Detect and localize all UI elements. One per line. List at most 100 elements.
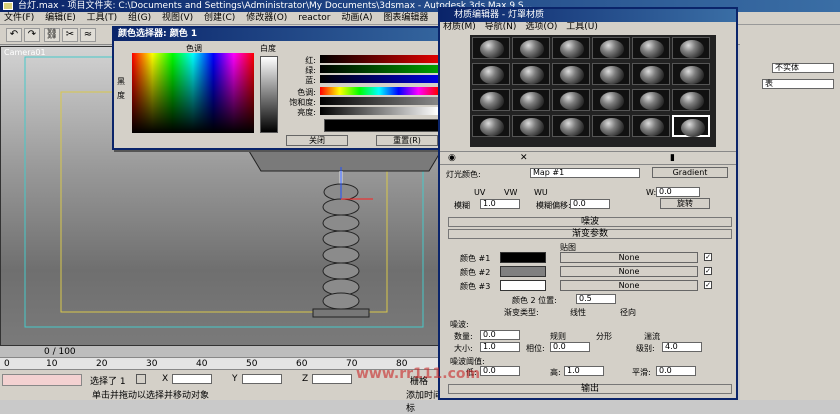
gradient-type-linear[interactable]: 线性	[570, 307, 586, 318]
go-to-parent-icon[interactable]: ▮	[670, 153, 675, 163]
uv-option[interactable]: UV	[474, 188, 485, 197]
noise-fractal[interactable]: 分形	[596, 331, 612, 342]
y-coord-field[interactable]	[242, 374, 282, 384]
sample-slot[interactable]	[472, 115, 510, 137]
map-name-field[interactable]: Map #1	[530, 168, 640, 178]
time-slider[interactable]: 0 / 100	[0, 346, 446, 358]
sample-slot[interactable]	[472, 37, 510, 59]
menu-edit[interactable]: 编辑(E)	[45, 13, 76, 23]
maxscript-listener[interactable]	[2, 374, 82, 386]
rotate-button[interactable]: 旋转	[660, 198, 710, 209]
sample-slot[interactable]	[632, 89, 670, 111]
bind-space-warp-icon[interactable]: ≈	[80, 28, 96, 42]
color1-map-checkbox[interactable]: ✓	[704, 253, 712, 261]
sample-slot[interactable]	[592, 115, 630, 137]
lock-selection-icon[interactable]	[136, 374, 146, 384]
me-menu-material[interactable]: 材质(M)	[443, 22, 476, 32]
noise-rollout[interactable]: 噪波	[448, 217, 732, 227]
wu-option[interactable]: WU	[534, 188, 548, 197]
menu-group[interactable]: 组(G)	[128, 13, 151, 23]
noise-regular[interactable]: 规则	[550, 331, 566, 342]
me-menu-options[interactable]: 选项(O)	[525, 22, 557, 32]
sample-slot[interactable]	[512, 37, 550, 59]
green-slider[interactable]	[320, 65, 438, 73]
sample-slot[interactable]	[512, 89, 550, 111]
me-menu-utilities[interactable]: 工具(U)	[566, 22, 598, 32]
sample-slot-active[interactable]	[672, 115, 710, 137]
sample-slot[interactable]	[472, 63, 510, 85]
color3-swatch[interactable]	[500, 280, 546, 291]
get-material-icon[interactable]: ◉	[448, 153, 456, 163]
color3-map-checkbox[interactable]: ✓	[704, 281, 712, 289]
map-type-button[interactable]: Gradient	[652, 167, 728, 178]
size-field[interactable]: 1.0	[480, 342, 520, 352]
redo-icon[interactable]: ↷	[24, 28, 40, 42]
sample-slot[interactable]	[632, 37, 670, 59]
levels-field[interactable]: 4.0	[662, 342, 702, 352]
color2-map-button[interactable]: None	[560, 266, 698, 277]
color1-swatch[interactable]	[500, 252, 546, 263]
modifier-list[interactable]: 表	[762, 79, 834, 89]
sample-slot[interactable]	[632, 115, 670, 137]
delete-icon[interactable]: ✕	[520, 153, 528, 163]
value-slider[interactable]	[320, 107, 438, 115]
color3-map-button[interactable]: None	[560, 280, 698, 291]
sample-slot[interactable]	[592, 37, 630, 59]
close-button[interactable]: 关闭	[286, 135, 348, 146]
sample-slot[interactable]	[672, 63, 710, 85]
menu-views[interactable]: 视图(V)	[162, 13, 193, 23]
whiteness-slider[interactable]	[260, 56, 278, 133]
z-coord-field[interactable]	[312, 374, 352, 384]
material-name-field[interactable]: 不实体	[772, 63, 834, 73]
sample-slot[interactable]	[512, 63, 550, 85]
x-coord-field[interactable]	[172, 374, 212, 384]
reset-button[interactable]: 重置(R)	[376, 135, 438, 146]
blue-slider[interactable]	[320, 75, 438, 83]
sample-slot[interactable]	[592, 63, 630, 85]
blur-field[interactable]: 1.0	[480, 199, 520, 209]
sample-slot[interactable]	[592, 89, 630, 111]
hue-slider[interactable]	[320, 87, 438, 95]
menu-tools[interactable]: 工具(T)	[87, 13, 118, 23]
menu-animation[interactable]: 动画(A)	[341, 13, 372, 23]
high-field[interactable]: 1.0	[564, 366, 604, 376]
noise-turbulence[interactable]: 湍流	[644, 331, 660, 342]
me-menu-navigation[interactable]: 导航(N)	[485, 22, 517, 32]
blur-offset-field[interactable]: 0.0	[570, 199, 610, 209]
low-field[interactable]: 0.0	[480, 366, 520, 376]
vw-option[interactable]: VW	[504, 188, 517, 197]
gradient-params-rollout[interactable]: 渐变参数	[448, 229, 732, 239]
w-angle-field[interactable]: 0.0	[656, 187, 700, 197]
color1-map-button[interactable]: None	[560, 252, 698, 263]
menu-create[interactable]: 创建(C)	[204, 13, 235, 23]
red-slider[interactable]	[320, 55, 438, 63]
menu-file[interactable]: 文件(F)	[4, 13, 34, 23]
color2-position-field[interactable]: 0.5	[576, 294, 616, 304]
amount-field[interactable]: 0.0	[480, 330, 520, 340]
sample-slot[interactable]	[552, 115, 590, 137]
color-picker-dialog: 颜色选择器: 颜色 1 ✕ 色调 白度 黑 度 红: 0 绿: 0 蓝: 0 色…	[112, 26, 488, 150]
sample-slot[interactable]	[552, 89, 590, 111]
menu-reactor[interactable]: reactor	[298, 13, 330, 23]
select-link-icon[interactable]: ⛓	[44, 28, 60, 42]
sample-slot[interactable]	[552, 63, 590, 85]
phase-field[interactable]: 0.0	[550, 342, 590, 352]
gradient-type-radial[interactable]: 径向	[620, 307, 636, 318]
color2-map-checkbox[interactable]: ✓	[704, 267, 712, 275]
hue-blackness-field[interactable]	[132, 53, 254, 133]
color2-swatch[interactable]	[500, 266, 546, 277]
unlink-icon[interactable]: ✂	[62, 28, 78, 42]
viewport-label[interactable]: Camera01	[4, 48, 46, 57]
smooth-field[interactable]: 0.0	[656, 366, 696, 376]
saturation-slider[interactable]	[320, 97, 438, 105]
sample-slot[interactable]	[472, 89, 510, 111]
output-rollout[interactable]: 输出	[448, 384, 732, 394]
undo-icon[interactable]: ↶	[6, 28, 22, 42]
sample-slot[interactable]	[632, 63, 670, 85]
sample-slot[interactable]	[552, 37, 590, 59]
sample-slot[interactable]	[512, 115, 550, 137]
sample-slot[interactable]	[672, 89, 710, 111]
menu-graph-editors[interactable]: 图表编辑器	[383, 13, 428, 23]
sample-slot[interactable]	[672, 37, 710, 59]
menu-modifiers[interactable]: 修改器(O)	[246, 13, 287, 23]
